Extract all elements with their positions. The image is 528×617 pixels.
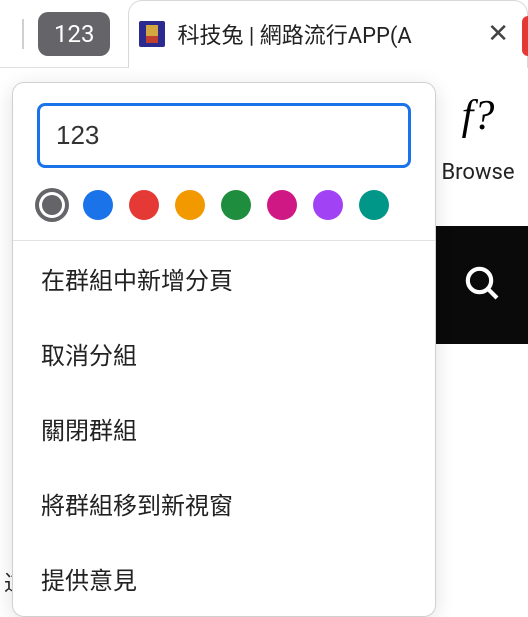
menu-ungroup[interactable]: 取消分組	[13, 316, 435, 391]
menu-close-group[interactable]: 關閉群組	[13, 391, 435, 466]
tab-title: 科技兔 | 網路流行APP(A	[177, 18, 475, 50]
color-swatch-2[interactable]	[129, 190, 159, 220]
color-picker-row	[13, 168, 435, 240]
menu-add-tab[interactable]: 在群組中新增分頁	[13, 241, 435, 316]
color-swatch-7[interactable]	[359, 190, 389, 220]
color-swatch-1[interactable]	[83, 190, 113, 220]
close-tab-icon[interactable]: ✕	[483, 21, 513, 47]
group-name-input[interactable]	[37, 103, 411, 168]
color-swatch-3[interactable]	[175, 190, 205, 220]
divider	[22, 19, 24, 49]
tab-strip: 123 科技兔 | 網路流行APP(A ✕	[0, 0, 528, 68]
color-swatch-0[interactable]	[42, 195, 62, 215]
partial-button[interactable]	[522, 16, 528, 56]
tab-group-context-menu: 在群組中新增分頁 取消分組 關閉群組 將群組移到新視窗 提供意見	[12, 82, 436, 617]
menu-feedback[interactable]: 提供意見	[13, 541, 435, 616]
search-icon	[462, 263, 502, 307]
search-area[interactable]	[436, 226, 528, 344]
formula-icon: f?	[462, 92, 495, 140]
color-swatch-4[interactable]	[221, 190, 251, 220]
browse-label[interactable]: Browse	[441, 160, 514, 185]
right-panel: f? Browse	[428, 68, 528, 185]
browser-tab[interactable]: 科技兔 | 網路流行APP(A ✕	[128, 0, 528, 68]
color-swatch-6[interactable]	[313, 190, 343, 220]
tab-group-badge[interactable]: 123	[38, 12, 110, 56]
favicon	[139, 21, 165, 47]
color-swatch-5[interactable]	[267, 190, 297, 220]
menu-move-window[interactable]: 將群組移到新視窗	[13, 466, 435, 541]
